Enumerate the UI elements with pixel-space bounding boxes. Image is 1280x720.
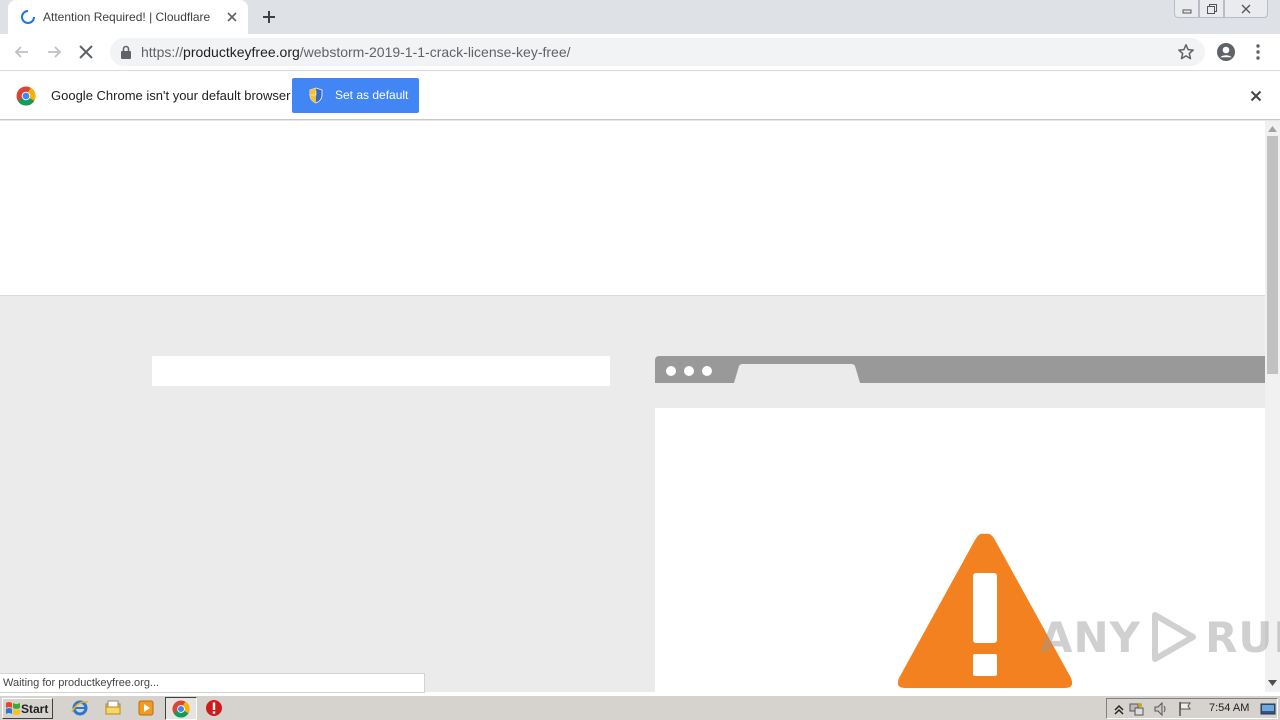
illustration-dot bbox=[666, 366, 676, 376]
uac-shield-icon bbox=[309, 87, 323, 104]
watermark-left-text: ANY bbox=[1040, 612, 1142, 662]
anyrun-watermark: ANY RUN bbox=[1040, 607, 1280, 667]
file-explorer-icon[interactable] bbox=[104, 699, 122, 717]
bookmark-star-icon[interactable] bbox=[1177, 43, 1195, 61]
chrome-icon bbox=[172, 700, 190, 718]
heading-placeholder-box bbox=[152, 356, 610, 386]
watermark-right-text: RUN bbox=[1205, 612, 1280, 662]
windows-flag-icon bbox=[6, 702, 20, 715]
infobar-close-icon[interactable] bbox=[1248, 88, 1264, 104]
tab-strip: Attention Required! | Cloudflare bbox=[0, 0, 1280, 34]
windows-taskbar: Start 7:54 AM bbox=[0, 695, 1280, 720]
scrollbar-thumb[interactable] bbox=[1267, 136, 1278, 374]
infobar-message: Google Chrome isn't your default browser bbox=[51, 88, 291, 103]
internet-explorer-icon[interactable] bbox=[71, 699, 89, 717]
browser-toolbar: https://productkeyfree.org/webstorm-2019… bbox=[0, 34, 1280, 71]
illustration-dot bbox=[702, 366, 712, 376]
address-bar[interactable]: https://productkeyfree.org/webstorm-2019… bbox=[110, 38, 1205, 66]
window-close-button[interactable] bbox=[1224, 0, 1268, 18]
play-logo-icon bbox=[1152, 612, 1197, 662]
forward-arrow-icon[interactable] bbox=[44, 42, 64, 62]
profile-avatar-icon[interactable] bbox=[1216, 42, 1236, 62]
tab-title: Attention Required! | Cloudflare bbox=[43, 10, 211, 24]
taskbar-clock[interactable]: 7:54 AM bbox=[1209, 702, 1249, 714]
tab-close-icon[interactable] bbox=[224, 9, 240, 25]
illustration-tab bbox=[734, 364, 860, 383]
illustration-title-bar bbox=[655, 356, 1265, 383]
scroll-down-arrow-icon[interactable] bbox=[1268, 679, 1277, 687]
stop-sign-icon[interactable] bbox=[205, 699, 223, 717]
default-browser-infobar: Google Chrome isn't your default browser… bbox=[0, 72, 1280, 120]
menu-kebab-icon[interactable] bbox=[1248, 42, 1268, 62]
loading-spinner-icon bbox=[21, 10, 35, 24]
tab-active[interactable]: Attention Required! | Cloudflare bbox=[8, 0, 248, 34]
show-hidden-icons-icon[interactable] bbox=[1111, 701, 1127, 717]
minimize-button[interactable] bbox=[1174, 0, 1199, 18]
set-as-default-label: Set as default bbox=[335, 88, 409, 102]
back-arrow-icon[interactable] bbox=[12, 42, 32, 62]
scroll-up-arrow-icon[interactable] bbox=[1268, 125, 1277, 133]
media-player-icon[interactable] bbox=[137, 699, 155, 717]
new-tab-button[interactable] bbox=[260, 8, 278, 26]
volume-icon[interactable] bbox=[1153, 701, 1169, 717]
network-icon[interactable] bbox=[1129, 701, 1145, 717]
start-button[interactable]: Start bbox=[2, 698, 53, 719]
close-icon bbox=[1241, 4, 1251, 13]
chrome-logo-icon bbox=[16, 86, 36, 106]
action-center-flag-icon[interactable] bbox=[1177, 701, 1193, 717]
restore-button[interactable] bbox=[1199, 0, 1224, 18]
stop-loading-icon[interactable] bbox=[76, 42, 96, 62]
url-text[interactable]: https://productkeyfree.org/webstorm-2019… bbox=[141, 44, 571, 60]
illustration-dot bbox=[684, 366, 694, 376]
start-label: Start bbox=[21, 702, 49, 716]
window-controls bbox=[1174, 0, 1268, 18]
restore-icon bbox=[1206, 3, 1217, 14]
system-tray: 7:54 AM bbox=[1106, 698, 1278, 719]
status-bubble: Waiting for productkeyfree.org... bbox=[0, 673, 425, 693]
set-as-default-button[interactable]: Set as default bbox=[292, 78, 419, 113]
show-desktop-icon[interactable] bbox=[1260, 701, 1276, 717]
chrome-taskbar-button[interactable] bbox=[165, 697, 197, 720]
minimize-icon bbox=[1182, 9, 1191, 13]
lock-icon[interactable] bbox=[120, 45, 132, 59]
